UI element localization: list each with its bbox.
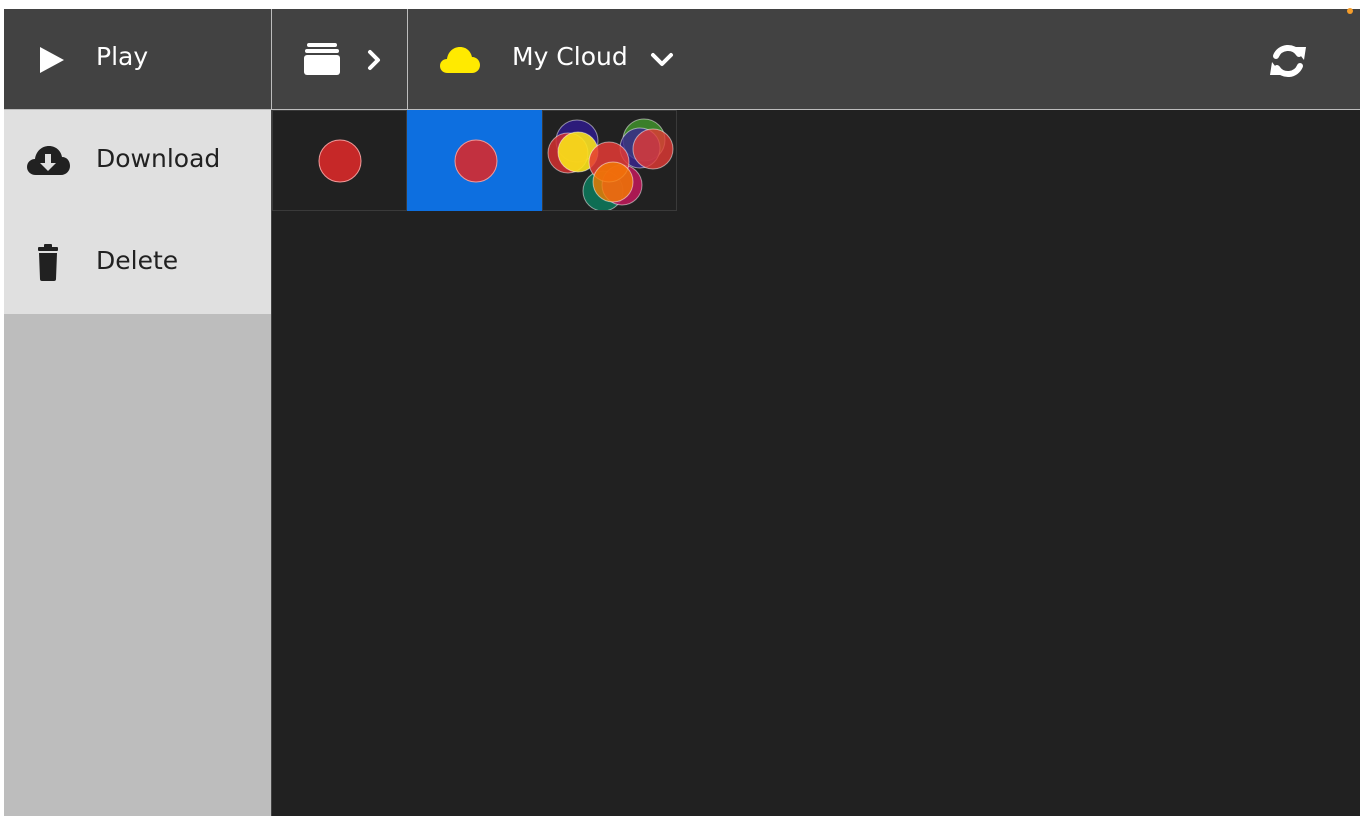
cloud-icon	[440, 47, 480, 73]
play-label: Play	[96, 42, 149, 71]
cloud-download-icon	[27, 146, 70, 175]
download-label: Download	[96, 144, 221, 173]
thumbnail-multi-circles[interactable]	[542, 110, 677, 211]
context-menu: Download Delete	[4, 110, 271, 314]
trash-icon	[38, 244, 58, 281]
app-window: Play My Cloud Download Delete	[4, 8, 1360, 816]
cloud-source-label: My Cloud	[512, 42, 628, 71]
multi-circles-image	[547, 118, 674, 210]
cloud-source-dropdown[interactable]: My Cloud	[408, 9, 688, 109]
thumbnail-red-circle[interactable]	[272, 110, 407, 211]
play-icon	[40, 47, 64, 73]
chevron-down-icon	[651, 53, 673, 66]
chevron-right-icon	[368, 50, 380, 70]
red-circle-image	[318, 139, 362, 183]
red-circle-image	[454, 139, 498, 183]
delete-menu-item[interactable]: Delete	[4, 212, 271, 314]
sidebar-divider	[271, 110, 272, 816]
top-toolbar: Play My Cloud	[4, 8, 1360, 110]
folder-breadcrumb-button[interactable]	[272, 9, 407, 109]
delete-label: Delete	[96, 246, 179, 275]
thumbnail-red-circle-selected[interactable]	[407, 110, 542, 211]
sidebar: Download Delete	[4, 110, 271, 816]
play-button[interactable]: Play	[4, 9, 271, 109]
download-menu-item[interactable]: Download	[4, 110, 271, 212]
folder-icon	[304, 43, 340, 75]
status-indicator-dot	[1347, 8, 1353, 14]
refresh-icon[interactable]	[1268, 41, 1308, 81]
